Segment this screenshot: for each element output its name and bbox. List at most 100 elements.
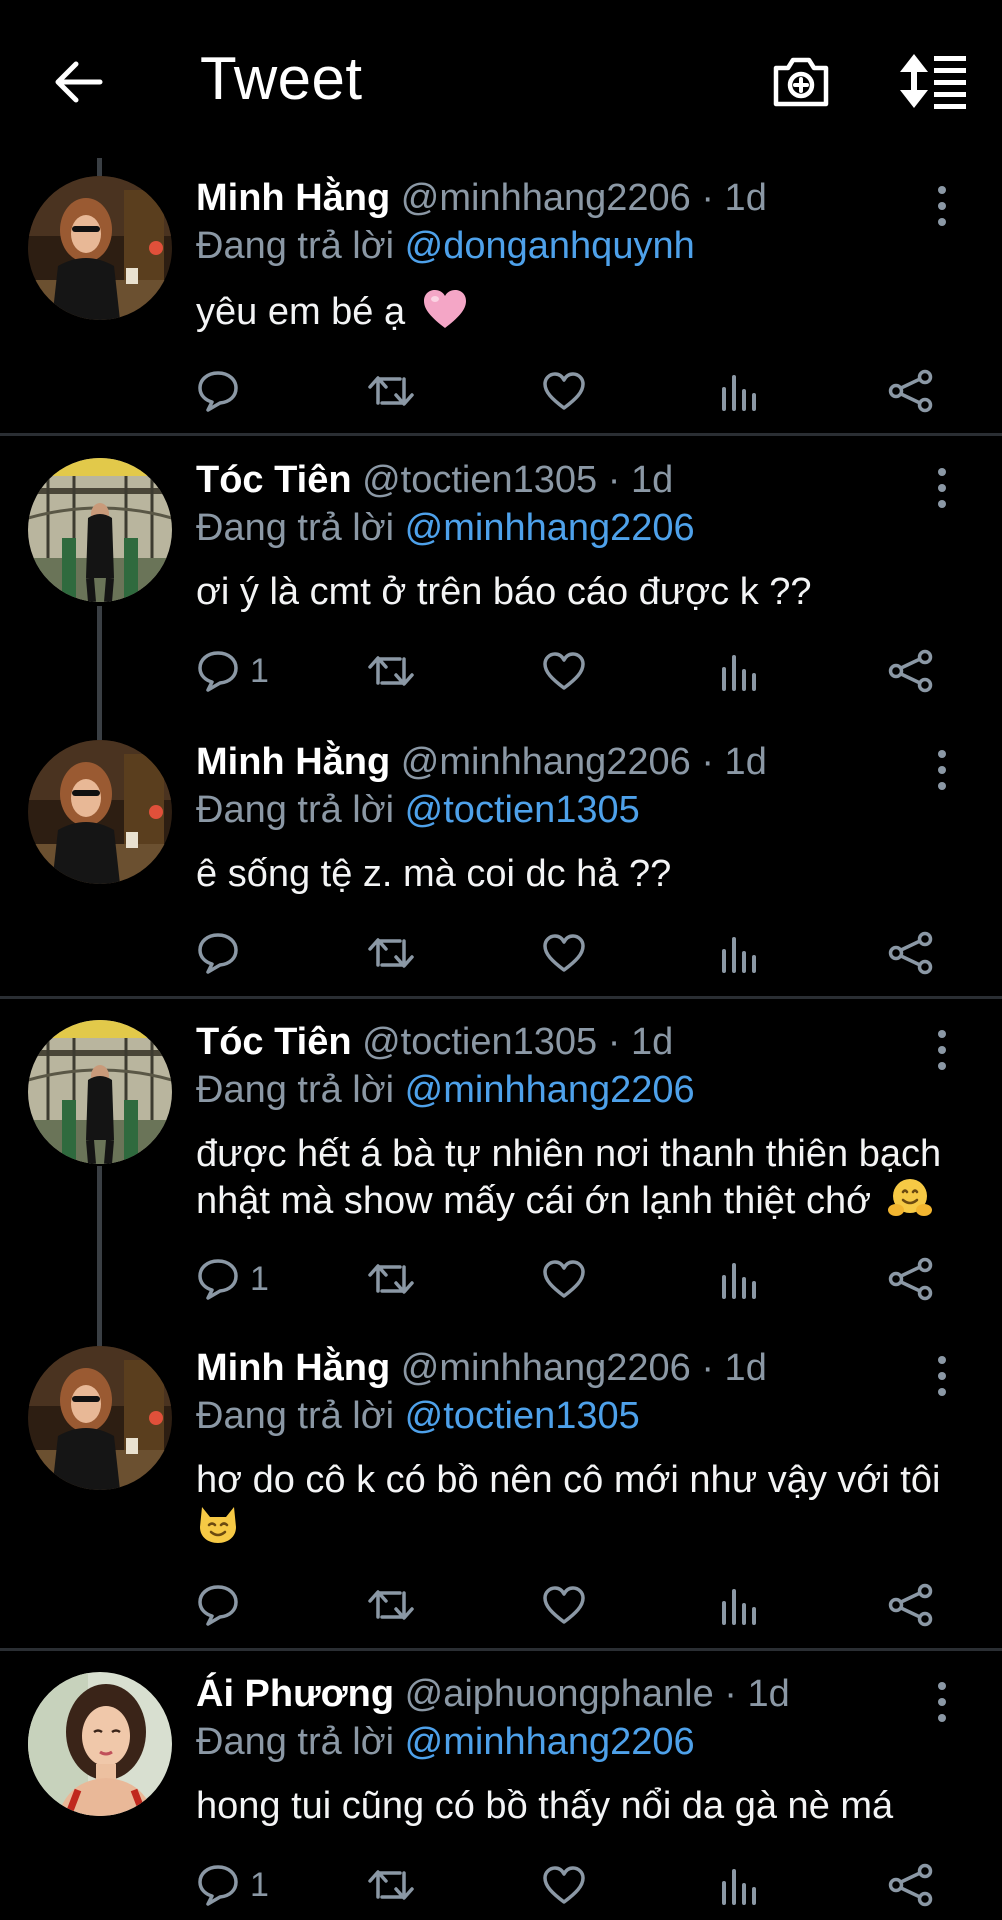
action-bar (0, 1578, 1002, 1632)
analytics-button[interactable] (718, 364, 758, 418)
more-options-icon[interactable] (930, 466, 954, 510)
author-handle[interactable]: @minhhang2206 (401, 1347, 691, 1389)
like-button[interactable] (542, 1858, 586, 1912)
divider (0, 1648, 1002, 1651)
reply-button[interactable] (196, 926, 250, 980)
reply-button[interactable]: 1 (196, 1252, 269, 1306)
analytics-button[interactable] (718, 644, 758, 698)
reply-bubble-icon (198, 371, 238, 412)
reply-text-content: ơi ý là cmt ở trên báo cáo được k ?? (196, 571, 812, 613)
author-name[interactable]: Minh Hằng (196, 177, 390, 219)
retweet-button[interactable] (366, 644, 416, 698)
author-name[interactable]: Minh Hằng (196, 1347, 390, 1389)
timestamp: · 1d (607, 459, 674, 501)
analytics-icon (722, 1589, 756, 1625)
action-bar: 1 (0, 1252, 1002, 1306)
more-options-icon[interactable] (930, 184, 954, 228)
retweet-button[interactable] (366, 1858, 416, 1912)
like-button[interactable] (542, 926, 586, 980)
sort-replies-icon[interactable] (898, 50, 970, 112)
analytics-icon (722, 937, 756, 973)
retweet-icon (368, 938, 414, 968)
retweet-button[interactable] (366, 1578, 416, 1632)
share-button[interactable] (888, 926, 934, 980)
reply-text-content: yêu em bé ạ (196, 291, 406, 333)
replying-to-label: Đang trả lời (196, 1395, 395, 1437)
avatar[interactable] (28, 176, 172, 320)
replying-to-label: Đang trả lời (196, 789, 395, 831)
author-line: Minh Hằng @minhhang2206 · 1d (196, 740, 767, 786)
author-handle[interactable]: @minhhang2206 (401, 741, 691, 783)
author-name[interactable]: Tóc Tiên (196, 459, 352, 501)
share-icon (888, 1583, 933, 1627)
analytics-button[interactable] (718, 926, 758, 980)
share-icon (888, 1257, 933, 1301)
replying-to-label: Đang trả lời (196, 1069, 395, 1111)
replying-to-mention[interactable]: @toctien1305 (405, 789, 640, 831)
avatar[interactable] (28, 1346, 172, 1490)
replying-to-label: Đang trả lời (196, 507, 395, 549)
action-bar (0, 926, 1002, 980)
reply-button[interactable] (196, 1578, 250, 1632)
avatar[interactable] (28, 1672, 172, 1816)
add-photo-camera-icon[interactable] (770, 50, 832, 112)
more-options-icon[interactable] (930, 1680, 954, 1724)
replying-to-mention[interactable]: @toctien1305 (405, 1395, 640, 1437)
share-button[interactable] (888, 644, 934, 698)
replying-to-mention[interactable]: @minhhang2206 (405, 1721, 695, 1763)
reply-button[interactable]: 1 (196, 1858, 269, 1912)
more-options-icon[interactable] (930, 748, 954, 792)
reply-text-content: hong tui cũng có bồ thấy nổi da gà nè má (196, 1785, 894, 1827)
share-icon (888, 649, 933, 693)
timestamp: · 1d (701, 1347, 767, 1389)
reply-count: 1 (250, 651, 269, 690)
retweet-button[interactable] (366, 926, 416, 980)
divider (0, 996, 1002, 999)
back-arrow-icon[interactable] (50, 54, 106, 110)
timestamp: · 1d (701, 741, 767, 783)
like-button[interactable] (542, 1578, 586, 1632)
action-bar: 1 (0, 644, 1002, 698)
share-button[interactable] (888, 1252, 934, 1306)
heart-icon (543, 652, 585, 690)
top-bar: Tweet (0, 0, 1002, 160)
heart-icon (543, 1260, 585, 1298)
reply-text-content: ê sống tệ z. mà coi dc hả ?? (196, 853, 672, 895)
analytics-button[interactable] (718, 1578, 758, 1632)
retweet-button[interactable] (366, 1252, 416, 1306)
reply-button[interactable]: 1 (196, 644, 269, 698)
share-button[interactable] (888, 364, 934, 418)
analytics-icon (722, 1263, 756, 1299)
more-options-icon[interactable] (930, 1354, 954, 1398)
heart-icon (543, 1866, 585, 1904)
author-name[interactable]: Tóc Tiên (196, 1021, 352, 1063)
analytics-button[interactable] (718, 1858, 758, 1912)
like-button[interactable] (542, 644, 586, 698)
author-name[interactable]: Minh Hằng (196, 741, 390, 783)
avatar[interactable] (28, 458, 172, 602)
analytics-button[interactable] (718, 1252, 758, 1306)
reply-button[interactable] (196, 364, 250, 418)
author-line: Ái Phương @aiphuongphanle · 1d (196, 1672, 790, 1718)
avatar[interactable] (28, 1020, 172, 1164)
share-button[interactable] (888, 1858, 934, 1912)
author-handle[interactable]: @toctien1305 (362, 459, 597, 501)
author-handle[interactable]: @aiphuongphanle (405, 1673, 714, 1715)
replying-to-mention[interactable]: @donganhquynh (405, 225, 695, 267)
author-handle[interactable]: @toctien1305 (362, 1021, 597, 1063)
avatar[interactable] (28, 740, 172, 884)
author-name[interactable]: Ái Phương (196, 1673, 394, 1715)
more-options-icon[interactable] (930, 1028, 954, 1072)
retweet-icon (368, 1870, 414, 1900)
page-title: Tweet (200, 45, 363, 112)
replying-to-line: Đang trả lời @minhhang2206 (196, 1720, 695, 1766)
heart-icon (543, 934, 585, 972)
replying-to-mention[interactable]: @minhhang2206 (405, 1069, 695, 1111)
replying-to-line: Đang trả lời @donganhquynh (196, 224, 695, 270)
replying-to-mention[interactable]: @minhhang2206 (405, 507, 695, 549)
share-button[interactable] (888, 1578, 934, 1632)
retweet-button[interactable] (366, 364, 416, 418)
like-button[interactable] (542, 364, 586, 418)
like-button[interactable] (542, 1252, 586, 1306)
author-handle[interactable]: @minhhang2206 (401, 177, 691, 219)
